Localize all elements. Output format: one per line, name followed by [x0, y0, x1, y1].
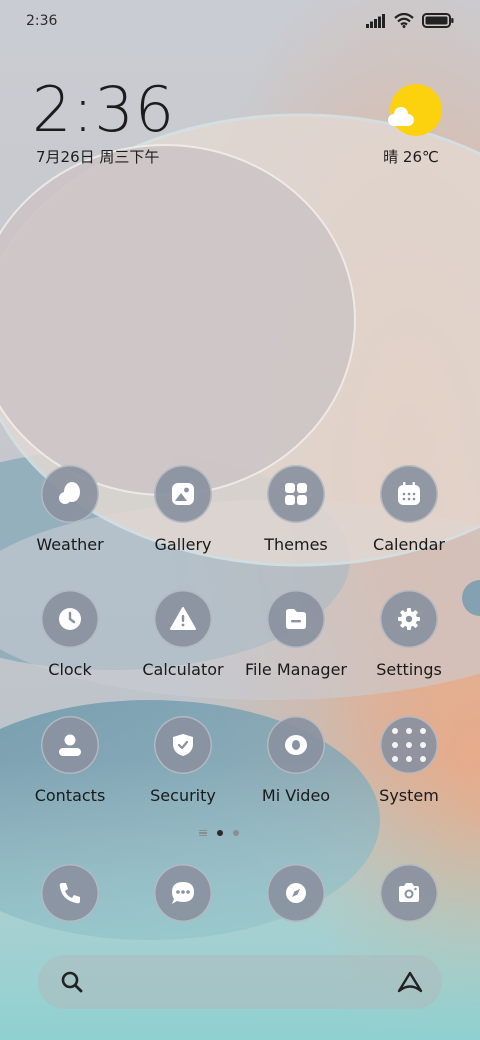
folder-system[interactable]: System: [354, 716, 464, 805]
dock-camera[interactable]: [380, 864, 438, 922]
system-folder-icon: [380, 716, 438, 774]
clock-widget-date[interactable]: 7月26日 周三下午: [36, 146, 159, 167]
themes-icon: [267, 465, 325, 523]
weather-text: 晴 26℃: [383, 148, 439, 166]
calculator-icon: [154, 590, 212, 648]
page-indicator[interactable]: [199, 830, 239, 836]
app-contacts[interactable]: Contacts: [15, 716, 125, 805]
messages-icon: [172, 882, 194, 904]
app-label: Themes: [264, 535, 328, 554]
battery-icon: [422, 13, 454, 28]
dock-phone[interactable]: [41, 864, 99, 922]
weather-icon: [41, 465, 99, 523]
mi-video-icon: [267, 716, 325, 774]
file-manager-icon: [267, 590, 325, 648]
app-settings[interactable]: Settings: [354, 590, 464, 679]
sunny-icon: [388, 84, 442, 136]
search-icon: [61, 971, 83, 993]
app-label: Weather: [36, 535, 104, 554]
app-themes[interactable]: Themes: [241, 465, 351, 554]
contacts-icon: [41, 716, 99, 774]
phone-icon: [59, 883, 80, 904]
app-drawer-indicator-icon: [199, 830, 207, 836]
security-icon: [154, 716, 212, 774]
clock-icon: [41, 590, 99, 648]
app-label: Settings: [376, 660, 442, 679]
app-label: Clock: [48, 660, 92, 679]
app-label: Calendar: [373, 535, 445, 554]
clock-widget-time[interactable]: 2:36: [32, 78, 175, 142]
app-label: System: [379, 786, 439, 805]
wifi-icon: [394, 13, 414, 28]
app-label: Contacts: [34, 786, 106, 805]
page-dot-active: [217, 830, 223, 836]
camera-icon: [399, 883, 419, 902]
signal-icon: [366, 13, 385, 28]
settings-icon: [380, 590, 438, 648]
status-bar: 2:36: [0, 0, 480, 42]
app-weather[interactable]: Weather: [15, 465, 125, 554]
app-label: Security: [150, 786, 216, 805]
app-mi-video[interactable]: Mi Video: [241, 716, 351, 805]
app-clock[interactable]: Clock: [15, 590, 125, 679]
browser-icon: [286, 883, 306, 903]
app-security[interactable]: Security: [128, 716, 238, 805]
home-screen: 2:36 2:36 7月26日 周三下午 晴 26℃ Weather Galle…: [0, 0, 480, 1040]
app-label: Calculator: [142, 660, 224, 679]
gallery-icon: [154, 465, 212, 523]
app-file-manager[interactable]: File Manager: [241, 590, 351, 679]
calendar-icon: [380, 465, 438, 523]
assistant-icon[interactable]: [396, 970, 424, 994]
app-gallery[interactable]: Gallery: [128, 465, 238, 554]
app-label: Gallery: [154, 535, 212, 554]
app-label: Mi Video: [261, 786, 331, 805]
status-time: 2:36: [26, 13, 58, 29]
weather-widget[interactable]: 晴 26℃: [383, 84, 446, 167]
app-calendar[interactable]: Calendar: [354, 465, 464, 554]
search-bar[interactable]: [38, 955, 442, 1009]
dock-messages[interactable]: [154, 864, 212, 922]
app-calculator[interactable]: Calculator: [128, 590, 238, 679]
dock-browser[interactable]: [267, 864, 325, 922]
app-label: File Manager: [245, 660, 347, 679]
page-dot: [233, 830, 239, 836]
